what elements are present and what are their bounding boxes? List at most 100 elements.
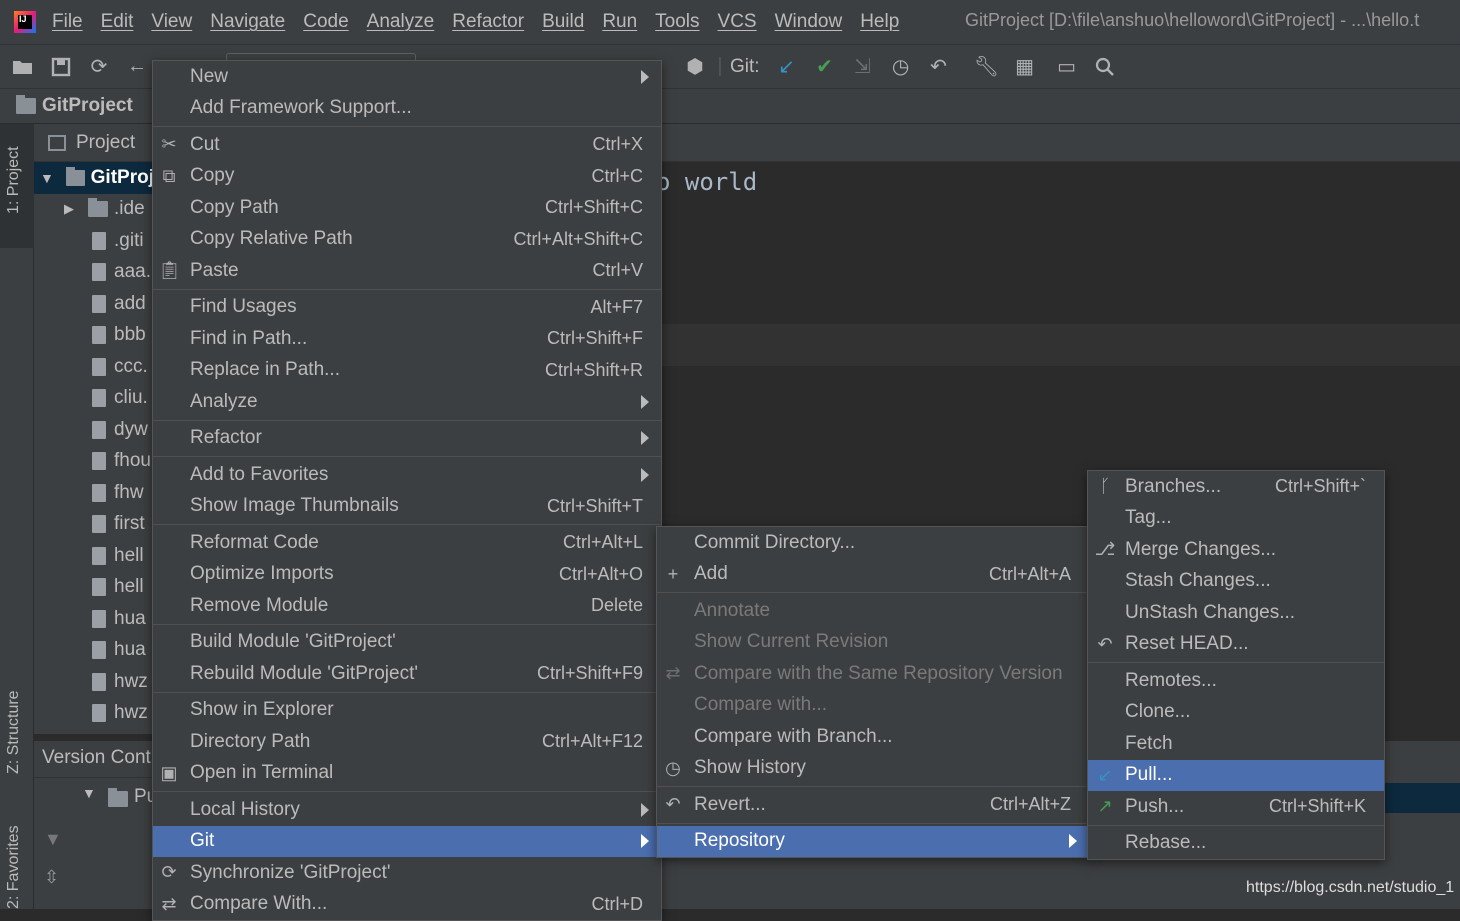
menu-refactor[interactable]: Refactor bbox=[452, 11, 524, 33]
menu-item-branches[interactable]: ᚴ Branches... Ctrl+Shift+` bbox=[1088, 471, 1384, 503]
menu-item-copy[interactable]: ⧉ Copy Ctrl+C bbox=[153, 161, 661, 193]
menu-item-analyze[interactable]: Analyze bbox=[153, 386, 661, 418]
menu-file[interactable]: File bbox=[52, 11, 83, 33]
menu-item-repository[interactable]: Repository bbox=[657, 825, 1089, 857]
menu-item-revert[interactable]: ↶ Revert... Ctrl+Alt+Z bbox=[657, 789, 1089, 821]
menu-item-clone[interactable]: Clone... bbox=[1088, 697, 1384, 729]
menu-item-remove-module[interactable]: Remove Module Delete bbox=[153, 590, 661, 622]
menu-tools[interactable]: Tools bbox=[655, 11, 699, 33]
menu-navigate[interactable]: Navigate bbox=[210, 11, 285, 33]
back-icon[interactable]: ← bbox=[118, 48, 156, 86]
menu-item-add-to-favorites[interactable]: Add to Favorites bbox=[153, 459, 661, 491]
menu-build[interactable]: Build bbox=[542, 11, 584, 33]
tree-item[interactable]: hwz bbox=[34, 666, 154, 698]
menu-item-fetch[interactable]: Fetch bbox=[1088, 728, 1384, 760]
menu-item-stash-changes[interactable]: Stash Changes... bbox=[1088, 566, 1384, 598]
search-icon[interactable] bbox=[1086, 48, 1124, 86]
menu-item-open-in-terminal[interactable]: ▣ Open in Terminal bbox=[153, 758, 661, 790]
tree-item[interactable]: dyw bbox=[34, 414, 154, 446]
menu-item-show-in-explorer[interactable]: Show in Explorer bbox=[153, 695, 661, 727]
menu-edit[interactable]: Edit bbox=[101, 11, 134, 33]
menu-item-push[interactable]: ↗ Push... Ctrl+Shift+K bbox=[1088, 791, 1384, 823]
breadcrumb[interactable]: GitProject bbox=[42, 95, 133, 117]
menu-item-add[interactable]: + Add Ctrl+Alt+A bbox=[657, 559, 1089, 591]
tree-item[interactable]: ▶ .ide bbox=[34, 194, 154, 226]
menu-item-show-history[interactable]: ◷ Show History bbox=[657, 753, 1089, 785]
menu-item-replace-in-path[interactable]: Replace in Path... Ctrl+Shift+R bbox=[153, 355, 661, 387]
refresh-icon[interactable]: ⟳ bbox=[80, 48, 118, 86]
menu-item-show-current-revision: Show Current Revision bbox=[657, 627, 1089, 659]
tree-item[interactable]: bbb bbox=[34, 320, 154, 352]
menu-item-commit-directory[interactable]: Commit Directory... bbox=[657, 527, 1089, 559]
menu-help[interactable]: Help bbox=[860, 11, 899, 33]
version-control-tab[interactable]: Version Cont bbox=[42, 747, 151, 769]
menu-item-merge-changes[interactable]: ⎇ Merge Changes... bbox=[1088, 534, 1384, 566]
menu-item-local-history[interactable]: Local History bbox=[153, 794, 661, 826]
menu-item-pull[interactable]: ↙ Pull... bbox=[1088, 759, 1384, 791]
favorites-tool-tab[interactable]: 2: Favorites bbox=[5, 825, 23, 909]
menu-item-tag[interactable]: Tag... bbox=[1088, 503, 1384, 535]
menu-item-copy-path[interactable]: Copy Path Ctrl+Shift+C bbox=[153, 192, 661, 224]
tree-item[interactable]: hell bbox=[34, 572, 154, 604]
menu-item-unstash-changes[interactable]: UnStash Changes... bbox=[1088, 597, 1384, 629]
menu-item-paste[interactable]: 📋︎ Paste Ctrl+V bbox=[153, 255, 661, 287]
tree-item[interactable]: ccc. bbox=[34, 351, 154, 383]
tree-item[interactable]: add bbox=[34, 288, 154, 320]
menu-item-refactor[interactable]: Refactor bbox=[153, 423, 661, 455]
menu-item-optimize-imports[interactable]: Optimize Imports Ctrl+Alt+O bbox=[153, 559, 661, 591]
menu-item-build-module-gitproject[interactable]: Build Module 'GitProject' bbox=[153, 627, 661, 659]
tree-item[interactable]: fhou bbox=[34, 446, 154, 478]
tree-item[interactable]: hua bbox=[34, 635, 154, 667]
settings-wrench-icon[interactable]: 🔧︎ bbox=[968, 48, 1006, 86]
git-commit-icon[interactable]: ✔ bbox=[806, 48, 844, 86]
project-tool-tab[interactable]: 1: Project bbox=[5, 146, 23, 214]
menu-item-label: Show Image Thumbnails bbox=[190, 495, 399, 517]
presentation-icon[interactable]: ▭ bbox=[1048, 48, 1086, 86]
tree-item[interactable]: first bbox=[34, 509, 154, 541]
tree-item[interactable]: hell bbox=[34, 540, 154, 572]
expand-all-icon[interactable]: ⇳ bbox=[44, 867, 59, 888]
save-icon[interactable] bbox=[42, 48, 80, 86]
menu-item-copy-relative-path[interactable]: Copy Relative Path Ctrl+Alt+Shift+C bbox=[153, 224, 661, 256]
tree-item[interactable]: cliu. bbox=[34, 383, 154, 415]
menu-item-compare-with-branch[interactable]: Compare with Branch... bbox=[657, 721, 1089, 753]
git-update-icon[interactable]: ↙ bbox=[768, 48, 806, 86]
menu-item-rebase[interactable]: Rebase... bbox=[1088, 828, 1384, 860]
git-compare-icon[interactable]: ⇲ bbox=[844, 48, 882, 86]
filter-icon[interactable]: ▼ bbox=[44, 829, 62, 850]
menu-run[interactable]: Run bbox=[602, 11, 637, 33]
menu-item-reformat-code[interactable]: Reformat Code Ctrl+Alt+L bbox=[153, 527, 661, 559]
tree-item[interactable]: hua bbox=[34, 603, 154, 635]
menu-code[interactable]: Code bbox=[303, 11, 348, 33]
editor-text[interactable]: o world bbox=[656, 168, 757, 196]
cube-icon[interactable]: ⬢ bbox=[676, 48, 714, 86]
structure-tool-tab[interactable]: Z: Structure bbox=[5, 690, 23, 774]
menu-item-show-image-thumbnails[interactable]: Show Image Thumbnails Ctrl+Shift+T bbox=[153, 491, 661, 523]
menu-item-new[interactable]: New bbox=[153, 61, 661, 93]
tree-item[interactable]: aaa. bbox=[34, 257, 154, 289]
menu-item-find-usages[interactable]: Find Usages Alt+F7 bbox=[153, 292, 661, 324]
tree-item[interactable]: hwz bbox=[34, 698, 154, 730]
menu-item-compare-with[interactable]: ⇄ Compare With... Ctrl+D bbox=[153, 889, 661, 921]
menu-item-git[interactable]: Git bbox=[153, 825, 661, 857]
tree-root[interactable]: ▼ GitProj bbox=[34, 162, 154, 194]
menu-item-directory-path[interactable]: Directory Path Ctrl+Alt+F12 bbox=[153, 726, 661, 758]
open-folder-icon[interactable] bbox=[4, 48, 42, 86]
menu-item-remotes[interactable]: Remotes... bbox=[1088, 665, 1384, 697]
menu-view[interactable]: View bbox=[151, 11, 192, 33]
menu-item-synchronize-gitproject[interactable]: ⟳ Synchronize 'GitProject' bbox=[153, 857, 661, 889]
menu-item-rebuild-module-gitproject[interactable]: Rebuild Module 'GitProject' Ctrl+Shift+F9 bbox=[153, 658, 661, 690]
menu-item-add-framework-support[interactable]: Add Framework Support... bbox=[153, 93, 661, 125]
tree-item[interactable]: fhw bbox=[34, 477, 154, 509]
menu-window[interactable]: Window bbox=[775, 11, 843, 33]
history-icon[interactable]: ◷ bbox=[882, 48, 920, 86]
menu-item-reset-head[interactable]: ↶ Reset HEAD... bbox=[1088, 629, 1384, 661]
menu-item-cut[interactable]: ✂ Cut Ctrl+X bbox=[153, 129, 661, 161]
menu-item-find-in-path[interactable]: Find in Path... Ctrl+Shift+F bbox=[153, 323, 661, 355]
menu-analyze[interactable]: Analyze bbox=[367, 11, 435, 33]
menu-vcs[interactable]: VCS bbox=[718, 11, 757, 33]
tree-item[interactable]: .giti bbox=[34, 225, 154, 257]
project-structure-icon[interactable]: ▦ bbox=[1006, 48, 1044, 86]
rollback-icon[interactable]: ↶ bbox=[920, 48, 958, 86]
project-view-header[interactable]: Project bbox=[34, 124, 154, 162]
